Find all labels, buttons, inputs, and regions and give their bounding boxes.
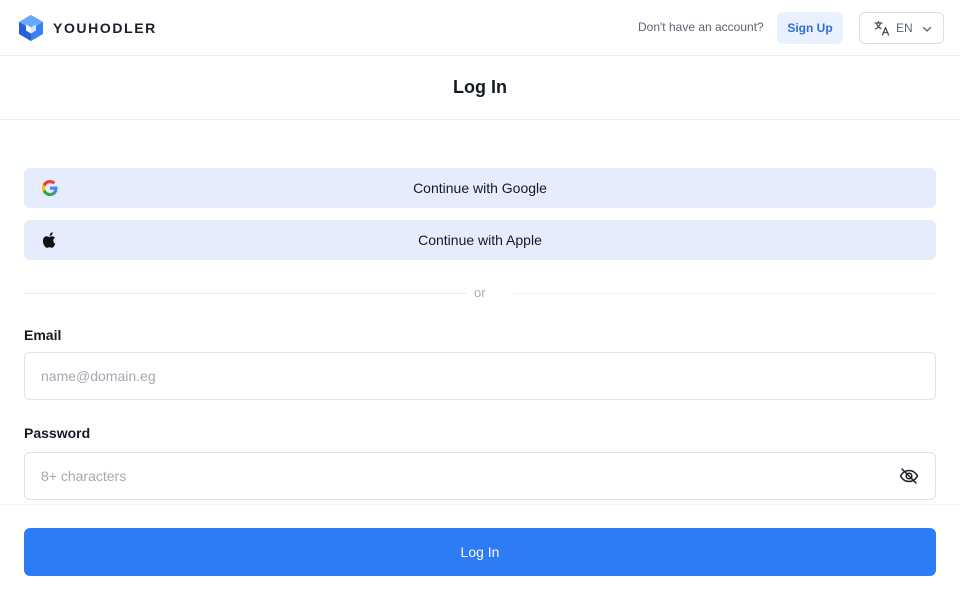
apple-icon [42, 232, 56, 248]
language-selector[interactable]: EN [859, 12, 944, 44]
sign-up-button[interactable]: Sign Up [777, 12, 843, 44]
language-code: EN [896, 21, 913, 35]
password-label: Password [24, 425, 91, 441]
email-field[interactable] [24, 352, 936, 400]
password-field[interactable] [24, 452, 936, 500]
toggle-password-visibility-icon[interactable] [899, 466, 919, 486]
google-icon [42, 180, 58, 196]
continue-with-google-button[interactable]: Continue with Google [24, 168, 936, 208]
brand-name: YOUHODLER [53, 20, 157, 36]
google-button-label: Continue with Google [413, 180, 547, 196]
page-title: Log In [453, 77, 507, 97]
apple-button-label: Continue with Apple [418, 232, 542, 248]
log-in-button[interactable]: Log In [24, 528, 936, 576]
top-bar: YOUHODLER Don't have an account? Sign Up… [0, 0, 960, 56]
email-label: Email [24, 327, 62, 343]
chevron-down-icon [922, 26, 932, 32]
divider-text: or [474, 285, 486, 300]
youhodler-logo-icon [19, 15, 43, 41]
continue-with-apple-button[interactable]: Continue with Apple [24, 220, 936, 260]
page-title-bar: Log In [0, 56, 960, 120]
divider-line-right [514, 293, 936, 294]
no-account-text: Don't have an account? [638, 20, 764, 34]
translate-icon [874, 20, 890, 36]
or-divider: or [24, 283, 936, 303]
brand-logo[interactable]: YOUHODLER [17, 14, 157, 42]
divider-line-left [24, 293, 466, 294]
